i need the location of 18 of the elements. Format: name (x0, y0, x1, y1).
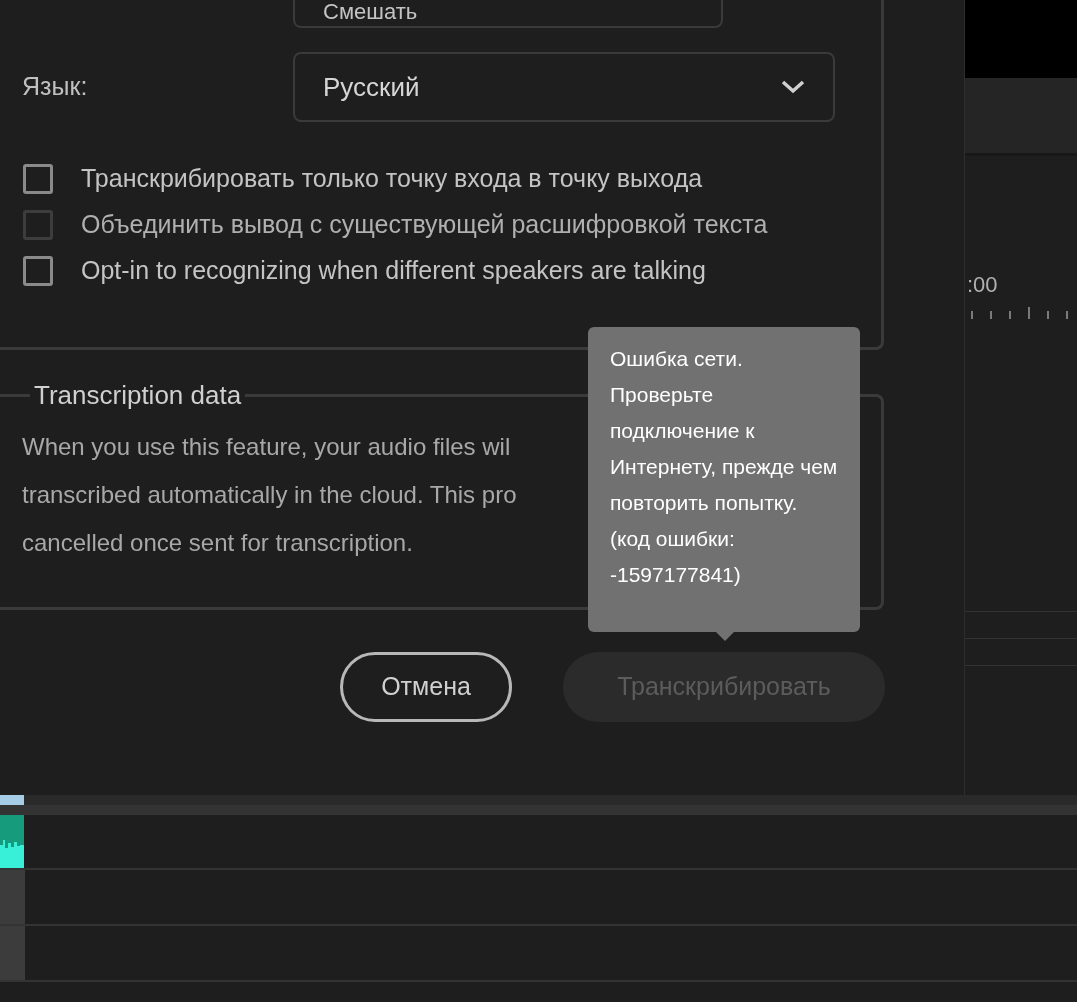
description-text: transcribed automatically in the cloud. This pro (22, 480, 517, 510)
timecode: :00 (967, 271, 998, 299)
panel-title: Transcription data (33, 379, 243, 412)
tooltip-arrow-icon (716, 632, 734, 641)
checkbox[interactable] (23, 256, 53, 286)
checkbox-label: Opt-in to recognizing when different speakers are talking (81, 255, 706, 287)
audio-clip (0, 815, 24, 868)
checkbox-label: Объединить вывод с существующей расшифровкой текста (81, 209, 768, 241)
checkbox-label: Транскрибировать только точку входа в точку выхода (81, 163, 703, 195)
description-text: cancelled once sent for transcription. (22, 528, 413, 558)
description-text: When you use this feature, your audio files wil (22, 432, 511, 462)
language-select[interactable]: Русский (293, 52, 835, 122)
chevron-down-icon (781, 80, 805, 94)
language-label: Язык: (22, 71, 89, 103)
clip (0, 795, 24, 805)
cancel-button[interactable]: Отмена (340, 652, 512, 722)
mix-field[interactable]: Смешать (293, 0, 723, 28)
checkbox[interactable] (23, 164, 53, 194)
